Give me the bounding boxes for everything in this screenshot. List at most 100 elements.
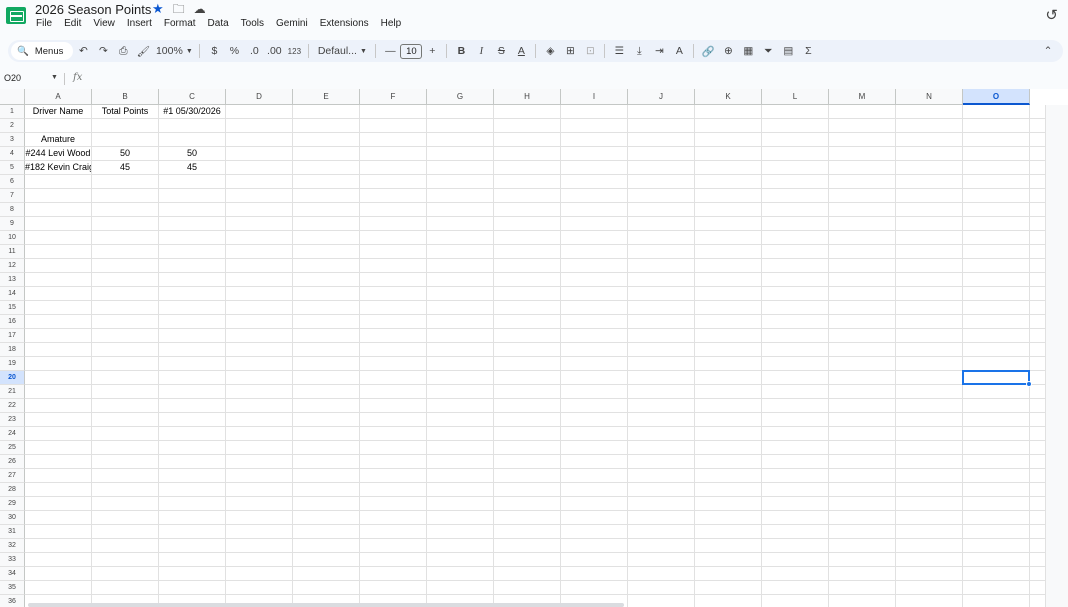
column-header-d[interactable]: D [226,89,293,105]
row-header-14[interactable]: 14 [0,287,25,301]
row-header-25[interactable]: 25 [0,441,25,455]
text-rotation-icon[interactable]: A [670,42,688,60]
vertical-align-icon[interactable]: ⤓ [630,42,648,60]
menu-format[interactable]: Format [158,18,202,29]
undo-icon[interactable]: ↶ [74,42,92,60]
row-header-23[interactable]: 23 [0,413,25,427]
font-select[interactable]: Defaul... ▼ [314,42,370,60]
row-header-35[interactable]: 35 [0,581,25,595]
cloud-status-icon[interactable]: ☁ [194,2,206,16]
text-color-button[interactable]: A [512,42,530,60]
menu-tools[interactable]: Tools [235,18,270,29]
column-header-f[interactable]: F [360,89,427,105]
column-header-h[interactable]: H [494,89,561,105]
cell-b4[interactable]: 50 [92,147,158,160]
spreadsheet-grid[interactable]: A B C D E F G H I J K L M N O 1 2 3 4 5 6 7 8 9 10 11 12 13 14 15 16 17… [0,89,1068,607]
menu-gemini[interactable]: Gemini [270,18,314,29]
row-header-17[interactable]: 17 [0,329,25,343]
column-header-n[interactable]: N [896,89,963,105]
column-header-b[interactable]: B [92,89,159,105]
filter-views-icon[interactable]: ▤ [779,42,797,60]
version-history-icon[interactable]: ↺ [1045,6,1058,24]
row-header-20[interactable]: 20 [0,371,25,385]
row-header-18[interactable]: 18 [0,343,25,357]
row-header-31[interactable]: 31 [0,525,25,539]
number-format-button[interactable]: 123 [285,42,303,60]
row-header-24[interactable]: 24 [0,427,25,441]
chevron-down-icon[interactable]: ▼ [51,74,58,81]
row-header-34[interactable]: 34 [0,567,25,581]
move-folder-icon[interactable]: 🗀 [173,2,185,16]
row-header-15[interactable]: 15 [0,301,25,315]
row-header-7[interactable]: 7 [0,189,25,203]
row-header-9[interactable]: 9 [0,217,25,231]
row-header-12[interactable]: 12 [0,259,25,273]
column-header-g[interactable]: G [427,89,494,105]
row-header-6[interactable]: 6 [0,175,25,189]
menu-data[interactable]: Data [202,18,235,29]
row-header-2[interactable]: 2 [0,119,25,133]
menu-insert[interactable]: Insert [121,18,158,29]
redo-icon[interactable]: ↷ [94,42,112,60]
column-header-o[interactable]: O [963,89,1030,105]
column-header-e[interactable]: E [293,89,360,105]
cell-b5[interactable]: 45 [92,161,158,174]
cell-c1[interactable]: #1 05/30/2026 [159,105,225,118]
cell-a5[interactable]: #182 Kevin Craig [25,161,91,174]
row-header-26[interactable]: 26 [0,455,25,469]
row-header-36[interactable]: 36 [0,595,25,607]
font-size-input[interactable]: 10 [400,43,423,59]
star-icon[interactable]: ★ [152,2,164,16]
zoom-select[interactable]: 100% ▼ [154,42,194,60]
row-header-19[interactable]: 19 [0,357,25,371]
horizontal-align-icon[interactable]: ☰ [610,42,628,60]
strikethrough-icon[interactable]: S [492,42,510,60]
cell-a4[interactable]: #244 Levi Wood [25,147,91,160]
insert-chart-icon[interactable]: ▦ [739,42,757,60]
column-header-i[interactable]: I [561,89,628,105]
row-header-28[interactable]: 28 [0,483,25,497]
increase-font-size-icon[interactable]: + [423,42,441,60]
column-header-c[interactable]: C [159,89,226,105]
row-header-13[interactable]: 13 [0,273,25,287]
menu-extensions[interactable]: Extensions [314,18,375,29]
column-header-m[interactable]: M [829,89,896,105]
row-header-22[interactable]: 22 [0,399,25,413]
borders-icon[interactable]: ⊞ [561,42,579,60]
menu-edit[interactable]: Edit [58,18,87,29]
column-header-k[interactable]: K [695,89,762,105]
row-header-11[interactable]: 11 [0,245,25,259]
filter-icon[interactable]: ⏷ [759,42,777,60]
selected-cell-outline[interactable] [962,370,1030,385]
sheets-logo-icon[interactable] [6,7,26,24]
row-header-33[interactable]: 33 [0,553,25,567]
cell-a1[interactable]: Driver Name [25,105,91,118]
cell-b1[interactable]: Total Points [92,105,158,118]
column-header-l[interactable]: L [762,89,829,105]
menu-file[interactable]: File [30,18,58,29]
cell-c5[interactable]: 45 [159,161,225,174]
fill-handle[interactable] [1026,381,1032,387]
row-header-1[interactable]: 1 [0,105,25,119]
row-header-30[interactable]: 30 [0,511,25,525]
row-header-32[interactable]: 32 [0,539,25,553]
bold-button[interactable]: B [452,42,470,60]
fill-color-icon[interactable]: ◈ [541,42,559,60]
paint-format-icon[interactable]: 🖌 [134,42,152,60]
column-header-j[interactable]: J [628,89,695,105]
italic-button[interactable]: I [472,42,490,60]
vertical-scrollbar[interactable] [1045,105,1068,607]
row-header-27[interactable]: 27 [0,469,25,483]
document-title[interactable]: 2026 Season Points [35,2,151,17]
name-box[interactable]: O20 [4,73,54,83]
decrease-decimal-button[interactable]: .0 [245,42,263,60]
row-header-3[interactable]: 3 [0,133,25,147]
collapse-toolbar-icon[interactable]: ⌃ [1039,42,1057,60]
horizontal-scrollbar[interactable] [28,603,624,607]
increase-decimal-button[interactable]: .00 [265,42,283,60]
print-icon[interactable]: ⎙ [114,42,132,60]
cell-c4[interactable]: 50 [159,147,225,160]
menu-view[interactable]: View [87,18,121,29]
row-header-29[interactable]: 29 [0,497,25,511]
row-header-21[interactable]: 21 [0,385,25,399]
